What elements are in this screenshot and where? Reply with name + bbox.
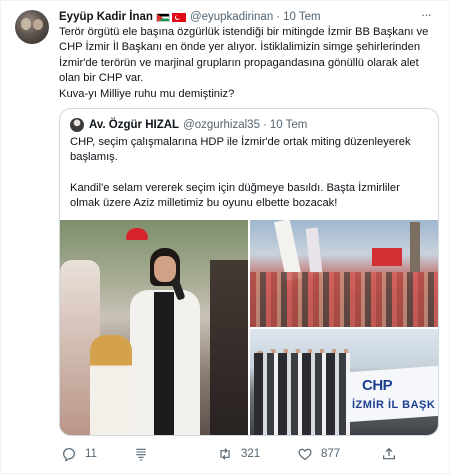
photo-speaker bbox=[130, 248, 200, 435]
retweet-count: 321 bbox=[241, 448, 261, 460]
tweet-header: Eyyüp Kadir İnan @eyupkadirinan · 10 Tem bbox=[59, 9, 321, 25]
quoted-author-handle[interactable]: @ozgurhizal35 bbox=[183, 119, 260, 131]
reply-button[interactable]: 11 bbox=[61, 444, 97, 464]
quoted-tweet[interactable]: Av. Özgür HIZAL @ozgurhizal35 · 10 Tem C… bbox=[59, 108, 439, 436]
photo-banner bbox=[305, 227, 323, 275]
quoted-text-line: olmak üzere Aziz milletimiz bu oyunu elb… bbox=[70, 197, 338, 210]
quoted-media-grid: CHP İZMİR İL BAŞK bbox=[60, 220, 438, 435]
quoted-text-line: Kandil'e selam vererek seçim için düğmey… bbox=[70, 181, 400, 194]
tweet-text-line: İzmir'de terörün ve marjinal grupların p… bbox=[59, 56, 419, 69]
header-separator: · bbox=[276, 11, 281, 23]
retweet-icon bbox=[220, 448, 230, 460]
turkey-flag-icon bbox=[171, 12, 186, 22]
photo-chp-banner bbox=[346, 365, 438, 423]
tweet-text-line: CHP İzmir İl Başkanı en önde yer alıyor.… bbox=[59, 41, 421, 54]
tweet-text-line: olan bir CHP var. bbox=[59, 72, 144, 85]
photo-crowd bbox=[250, 272, 438, 327]
photo-child bbox=[90, 335, 132, 435]
tweet-actions-bar: 11 321 877 bbox=[59, 444, 439, 464]
photo-clock-tower bbox=[410, 222, 420, 272]
speaker-shirt bbox=[154, 292, 174, 435]
author-name[interactable]: Eyyüp Kadir İnan bbox=[59, 11, 153, 23]
more-options-icon[interactable]: ··· bbox=[417, 7, 435, 22]
share-button[interactable] bbox=[381, 444, 405, 464]
like-button[interactable]: 877 bbox=[297, 444, 340, 464]
tweet-card[interactable]: Eyyüp Kadir İnan @eyupkadirinan · 10 Tem… bbox=[0, 0, 450, 474]
bookmark-button[interactable] bbox=[133, 444, 157, 464]
tweet-text: Terör örgütü ele başına özgürlük istendi… bbox=[59, 25, 439, 102]
tweet-text-line: Kuva-yı Milliye ruhu mu demiştiniz? bbox=[59, 87, 235, 100]
author-avatar[interactable] bbox=[15, 10, 49, 44]
author-handle[interactable]: @eyupkadirinan bbox=[190, 11, 273, 23]
photo-chp-banner-group[interactable]: CHP İZMİR İL BAŞK bbox=[250, 329, 438, 435]
like-icon bbox=[298, 448, 312, 461]
palestine-flag-icon bbox=[155, 12, 170, 22]
tweet-text-line: Terör örgütü ele başına özgürlük istendi… bbox=[59, 26, 429, 38]
author-name-flags bbox=[155, 12, 186, 22]
retweet-button[interactable]: 321 bbox=[217, 444, 260, 464]
tweet-timestamp[interactable]: 10 Tem bbox=[283, 11, 321, 23]
photo-flag bbox=[372, 248, 402, 266]
quoted-text-line: CHP, seçim çalışmalarına HDP ile İzmir'd… bbox=[70, 136, 411, 148]
banner-text-chp: CHP bbox=[362, 377, 393, 394]
quoted-tweet-timestamp[interactable]: 10 Tem bbox=[270, 119, 308, 131]
quoted-tweet-header: Av. Özgür HIZAL @ozgurhizal35 · 10 Tem bbox=[70, 117, 307, 133]
photo-rally-crowd[interactable] bbox=[250, 220, 438, 327]
quoted-text-line: başlamış. bbox=[70, 151, 118, 164]
reply-icon bbox=[63, 448, 75, 462]
share-icon bbox=[383, 447, 395, 460]
banner-text-izmir: İZMİR İL BAŞK bbox=[352, 399, 436, 411]
quoted-header-separator: · bbox=[262, 119, 267, 131]
photo-group-of-people bbox=[254, 353, 350, 435]
photo-speaker-with-microphone[interactable] bbox=[60, 220, 248, 435]
photo-person-right bbox=[210, 260, 248, 435]
quoted-tweet-text: CHP, seçim çalışmalarına HDP ile İzmir'd… bbox=[70, 135, 430, 212]
reply-count: 11 bbox=[85, 448, 97, 460]
bookmark-icon bbox=[136, 448, 146, 461]
photo-red-cap bbox=[126, 228, 148, 240]
like-count: 877 bbox=[321, 448, 341, 460]
quoted-author-name[interactable]: Av. Özgür HIZAL bbox=[89, 119, 179, 131]
quoted-author-avatar[interactable] bbox=[70, 118, 84, 132]
